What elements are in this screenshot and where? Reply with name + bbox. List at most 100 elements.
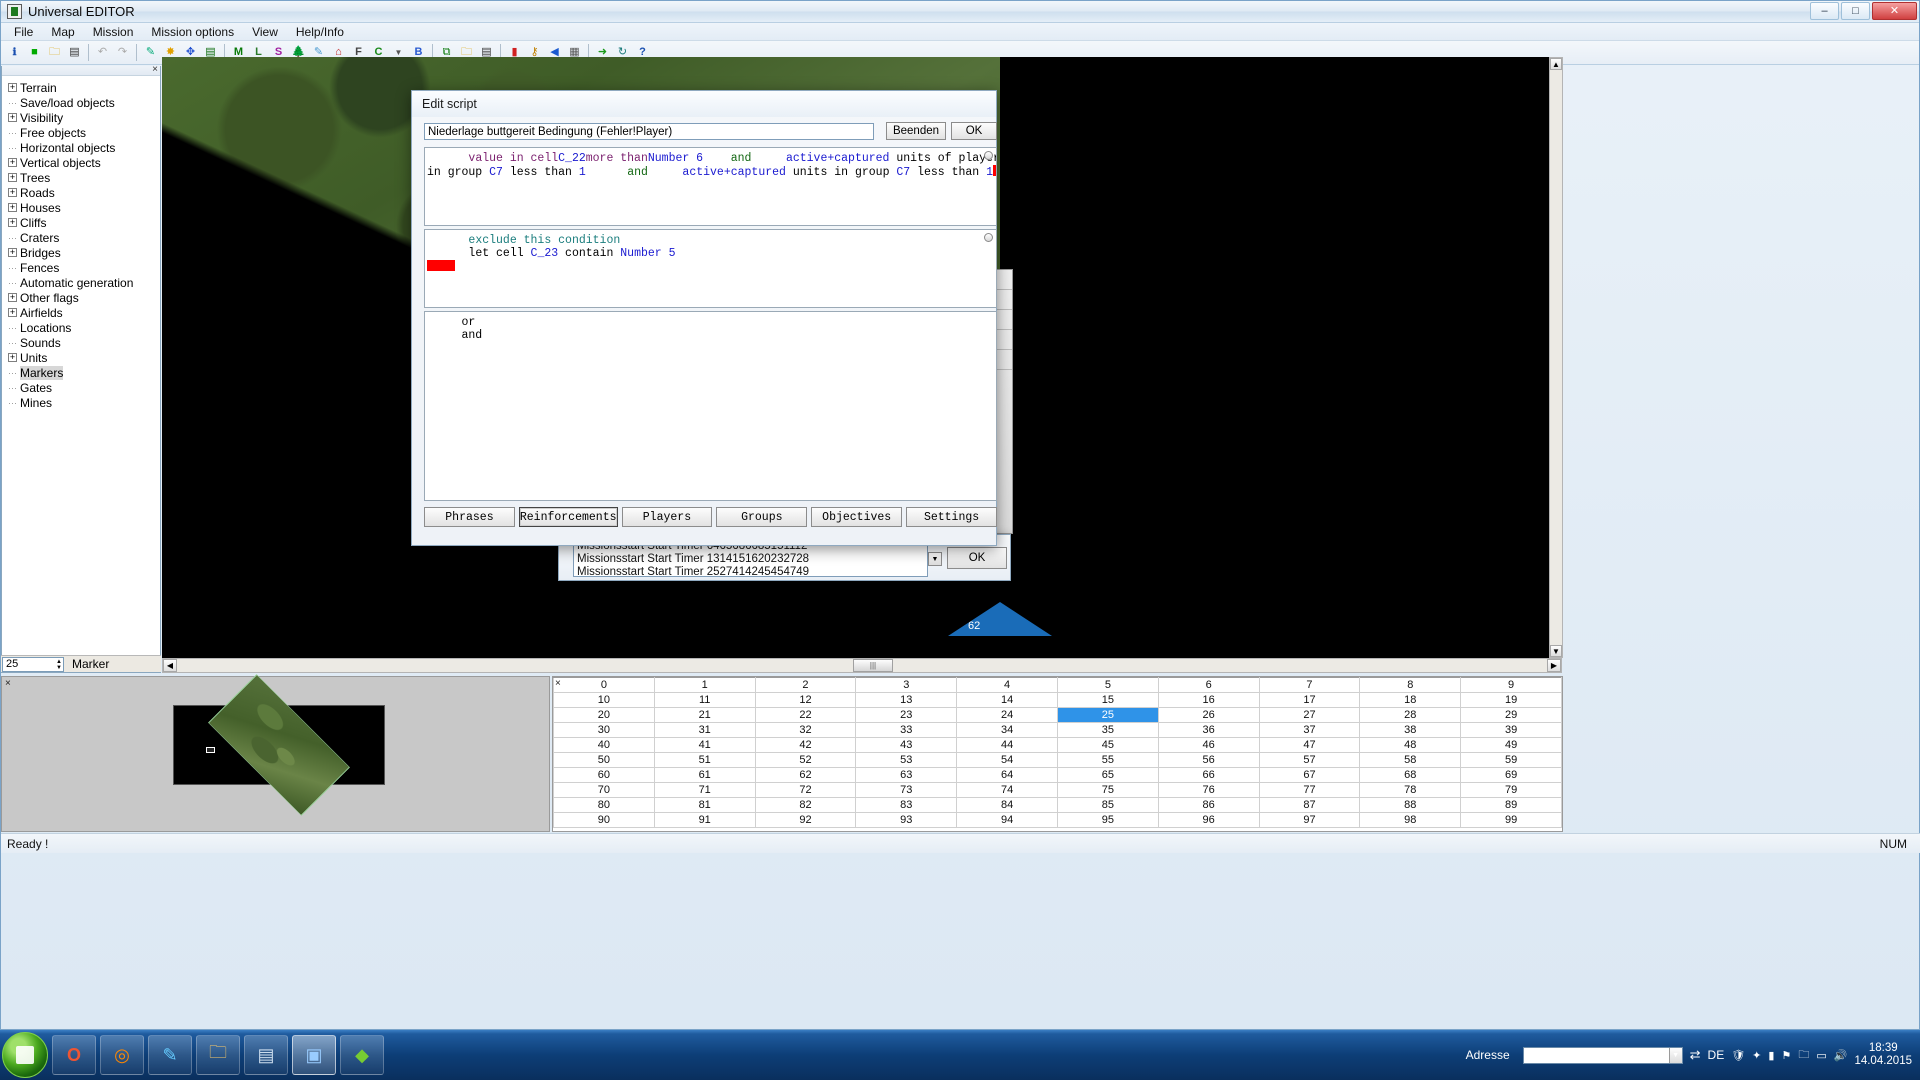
minimize-button[interactable]: –: [1810, 2, 1839, 20]
cell-grid-cell[interactable]: 96: [1157, 812, 1260, 828]
script-token[interactable]: let cell: [468, 247, 530, 260]
cell-grid-cell[interactable]: 53: [855, 752, 958, 768]
script-token[interactable]: and: [627, 166, 648, 179]
cell-grid-cell[interactable]: 3: [855, 677, 958, 693]
taskbar-paint-icon[interactable]: ✎: [148, 1035, 192, 1075]
script-token[interactable]: less than: [910, 166, 986, 179]
cell-grid-cell[interactable]: 92: [754, 812, 857, 828]
cell-grid-cell[interactable]: 65: [1056, 767, 1159, 783]
cell-grid-cell[interactable]: 55: [1056, 752, 1159, 768]
script-token[interactable]: and: [731, 152, 752, 165]
cell-grid-cell[interactable]: 15: [1056, 692, 1159, 708]
script-token[interactable]: less than: [503, 166, 579, 179]
cell-grid-cell[interactable]: 79: [1460, 782, 1562, 798]
cell-grid-cell[interactable]: 78: [1359, 782, 1462, 798]
script-token[interactable]: Number 6: [648, 152, 703, 165]
script-token[interactable]: C7: [896, 166, 910, 179]
cell-grid-cell[interactable]: 68: [1359, 767, 1462, 783]
cell-grid-cell[interactable]: 23: [855, 707, 958, 723]
script-token[interactable]: [427, 234, 468, 247]
menu-item-map[interactable]: Map: [42, 24, 83, 40]
script-token[interactable]: 1: [986, 166, 993, 179]
tab-settings[interactable]: Settings: [906, 507, 997, 527]
cell-grid-cell[interactable]: 58: [1359, 752, 1462, 768]
script-token[interactable]: [586, 166, 627, 179]
taskbar-opera-icon[interactable]: O: [52, 1035, 96, 1075]
cell-grid-cell[interactable]: 17: [1258, 692, 1361, 708]
cell-grid-cell[interactable]: 83: [855, 797, 958, 813]
expand-icon[interactable]: +: [8, 173, 17, 182]
cell-grid-cell[interactable]: 8: [1359, 677, 1462, 693]
script-token[interactable]: [703, 152, 731, 165]
tree-item-mines[interactable]: ··· Mines: [8, 395, 160, 410]
cell-grid-cell[interactable]: 19: [1460, 692, 1562, 708]
cell-grid-cell[interactable]: 70: [553, 782, 655, 798]
cell-grid-cell[interactable]: 75: [1056, 782, 1159, 798]
tree-item-fences[interactable]: ··· Fences: [8, 260, 160, 275]
cell-grid-cell[interactable]: 42: [754, 737, 857, 753]
tree-item-roads[interactable]: + Roads: [8, 185, 160, 200]
cell-grid-cell[interactable]: 87: [1258, 797, 1361, 813]
scroll-left-icon[interactable]: ◀: [163, 659, 177, 672]
cell-grid-cell[interactable]: 2: [754, 677, 857, 693]
cell-grid-cell[interactable]: 60: [553, 767, 655, 783]
start-button[interactable]: [2, 1032, 48, 1078]
cell-grid-cell[interactable]: 94: [956, 812, 1058, 828]
taskbar-crocodile-icon[interactable]: ◆: [340, 1035, 384, 1075]
tree-item-units[interactable]: + Units: [8, 350, 160, 365]
cell-grid-cell[interactable]: 37: [1258, 722, 1361, 738]
chevron-down-icon[interactable]: ▼: [1668, 1047, 1682, 1063]
cell-grid-cell[interactable]: 95: [1056, 812, 1159, 828]
cell-grid-cell[interactable]: 21: [653, 707, 756, 723]
script-line[interactable]: let cell C_23 contain Number 5: [427, 247, 996, 260]
cell-grid-cell[interactable]: 90: [553, 812, 655, 828]
cell-grid-cell[interactable]: 91: [653, 812, 756, 828]
menu-item-mission-options[interactable]: Mission options: [142, 24, 243, 40]
tab-phrases[interactable]: Phrases: [424, 507, 515, 527]
cell-grid-cell[interactable]: 20: [553, 707, 655, 723]
cell-grid-cell[interactable]: 99: [1460, 812, 1562, 828]
tree-item-gates[interactable]: ··· Gates: [8, 380, 160, 395]
expand-icon[interactable]: +: [8, 83, 17, 92]
script-line[interactable]: or: [427, 316, 996, 329]
minimap-viewport-indicator[interactable]: [206, 747, 215, 753]
ok-button[interactable]: OK: [951, 122, 997, 140]
taskbar-editor-icon[interactable]: ▣: [292, 1035, 336, 1075]
cell-grid-cell[interactable]: 7: [1258, 677, 1361, 693]
display-icon[interactable]: ▭: [1816, 1049, 1826, 1062]
cell-grid-cell[interactable]: 4: [956, 677, 1058, 693]
expand-icon[interactable]: +: [8, 218, 17, 227]
tab-groups[interactable]: Groups: [716, 507, 808, 527]
tree-item-craters[interactable]: ··· Craters: [8, 230, 160, 245]
cell-grid-cell[interactable]: 28: [1359, 707, 1462, 723]
expand-icon[interactable]: +: [8, 158, 17, 167]
tree-item-free-objects[interactable]: ··· Free objects: [8, 125, 160, 140]
cell-grid-cell[interactable]: 18: [1359, 692, 1462, 708]
close-icon[interactable]: ×: [5, 678, 11, 689]
script-token[interactable]: [648, 166, 683, 179]
script-token[interactable]: in group: [427, 166, 489, 179]
script-token[interactable]: [751, 152, 786, 165]
script-token[interactable]: C_23: [531, 247, 559, 260]
cell-grid-cell[interactable]: 63: [855, 767, 958, 783]
expand-icon[interactable]: +: [8, 203, 17, 212]
menu-item-mission[interactable]: Mission: [84, 24, 143, 40]
timer-ok-button[interactable]: OK: [947, 547, 1007, 569]
expand-icon[interactable]: +: [8, 113, 17, 122]
tree-item-automatic-generation[interactable]: ··· Automatic generation: [8, 275, 160, 290]
shield-icon[interactable]: 🛡: [1731, 1049, 1745, 1062]
script-token[interactable]: C7: [489, 166, 503, 179]
cell-grid-cell[interactable]: 89: [1460, 797, 1562, 813]
tree-item-locations[interactable]: ··· Locations: [8, 320, 160, 335]
map-vertical-scrollbar[interactable]: ▲ ▼: [1549, 57, 1563, 658]
cell-grid-cell[interactable]: 51: [653, 752, 756, 768]
cell-grid-cell[interactable]: 45: [1056, 737, 1159, 753]
cell-grid-cell[interactable]: 66: [1157, 767, 1260, 783]
undo-icon[interactable]: ↶: [93, 43, 112, 62]
volume-icon[interactable]: 🔊: [1834, 1049, 1848, 1062]
cell-grid-cell[interactable]: 33: [855, 722, 958, 738]
cell-grid-cell[interactable]: 85: [1056, 797, 1159, 813]
clock[interactable]: 18:39 14.04.2015: [1854, 1042, 1912, 1068]
cell-grid-cell[interactable]: 14: [956, 692, 1058, 708]
cell-grid-cell[interactable]: 67: [1258, 767, 1361, 783]
